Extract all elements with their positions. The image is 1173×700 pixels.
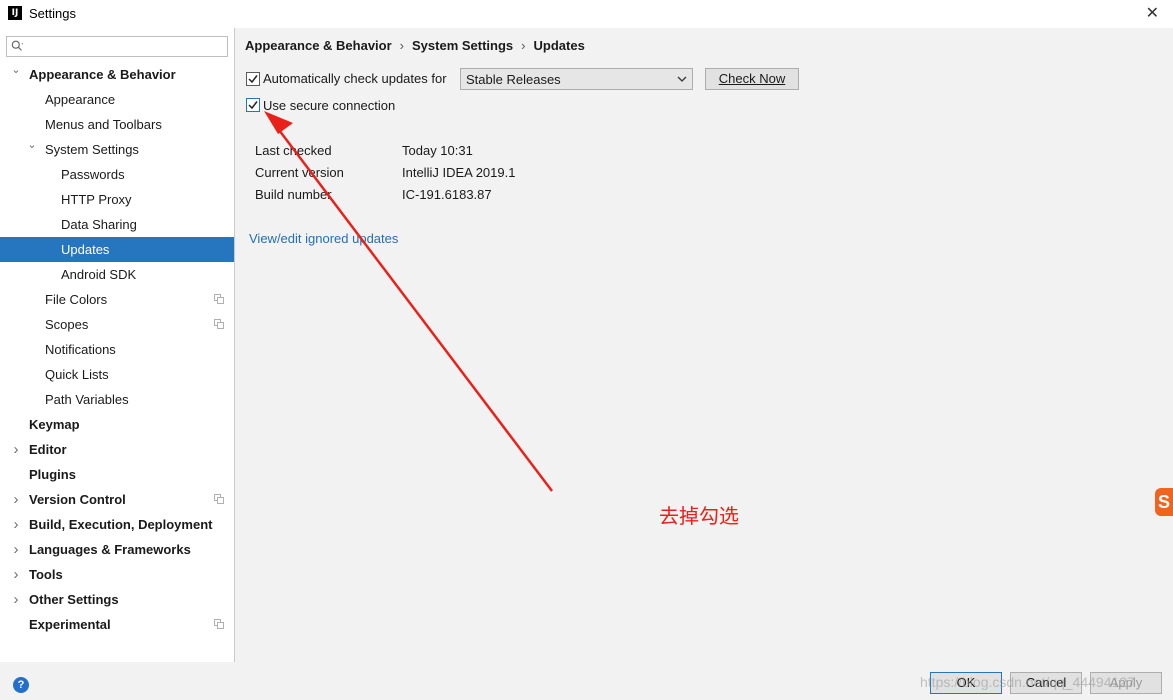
chevron-right-icon[interactable]: ›	[11, 587, 21, 612]
sidebar-item-label: Updates	[61, 242, 110, 257]
sidebar-item[interactable]: › Languages & Frameworks	[0, 537, 234, 562]
current-version-label: Current version	[255, 165, 344, 180]
sidebar-item-label: File Colors	[45, 292, 108, 307]
ok-label: OK	[956, 675, 976, 690]
ignored-updates-link[interactable]: View/edit ignored updates	[249, 231, 398, 246]
sidebar-item[interactable]: HTTP Proxy	[0, 187, 234, 212]
sidebar-item-label: Menus and Toolbars	[45, 117, 162, 132]
secure-connection-checkbox[interactable]	[246, 98, 260, 112]
sidebar-item[interactable]: › Version Control	[0, 487, 234, 512]
project-scope-icon	[214, 619, 224, 629]
chevron-down-icon[interactable]: ⌄	[11, 58, 21, 83]
sidebar-item-label: Editor	[29, 442, 67, 457]
sidebar-item[interactable]: Passwords	[0, 162, 234, 187]
annotation-text: 去掉勾选	[659, 504, 739, 528]
breadcrumb: Appearance & Behavior › System Settings › Up…	[245, 38, 585, 53]
breadcrumb-item: Appearance & Behavior	[245, 38, 392, 53]
intellij-icon: IJ	[8, 6, 22, 20]
secure-connection-label[interactable]: Use secure connection	[263, 98, 395, 113]
sidebar-item[interactable]: Android SDK	[0, 262, 234, 287]
cancel-button[interactable]: Cancel	[1010, 672, 1082, 694]
checkmark-icon	[248, 75, 258, 84]
title-bar: IJ Settings ✕	[0, 0, 1173, 28]
sidebar-item[interactable]: Updates	[0, 237, 234, 262]
sidebar-item-label: Notifications	[45, 342, 116, 357]
help-icon[interactable]: ?	[13, 677, 29, 693]
breadcrumb-current: Updates	[533, 38, 585, 53]
ok-button[interactable]: OK	[930, 672, 1002, 694]
chevron-down-icon[interactable]: ⌄	[27, 133, 37, 158]
sidebar-item-label: Appearance & Behavior	[29, 67, 176, 82]
sogou-logo-icon: S	[1155, 488, 1173, 516]
current-version-value: IntelliJ IDEA 2019.1	[402, 165, 516, 180]
sidebar-item-label: Scopes	[45, 317, 89, 332]
search-icon	[11, 40, 24, 51]
sidebar-item[interactable]: › Other Settings	[0, 587, 234, 612]
chevron-right-icon[interactable]: ›	[11, 537, 21, 562]
sidebar-item[interactable]: Quick Lists	[0, 362, 234, 387]
sidebar-item[interactable]: Path Variables	[0, 387, 234, 412]
sidebar-item-label: Keymap	[29, 417, 80, 432]
sidebar-item-label: Quick Lists	[45, 367, 109, 382]
chevron-right-icon[interactable]: ›	[11, 437, 21, 462]
sidebar-item[interactable]: Keymap	[0, 412, 234, 437]
auto-check-checkbox[interactable]	[246, 72, 260, 86]
sidebar-item[interactable]: File Colors	[0, 287, 234, 312]
breadcrumb-separator: ›	[521, 38, 526, 53]
sidebar-item[interactable]: ⌄ System Settings	[0, 137, 234, 162]
sidebar-item-label: Passwords	[61, 167, 125, 182]
build-number-value: IC-191.6183.87	[402, 187, 492, 202]
checkmark-icon	[248, 101, 258, 110]
sidebar-item-label: Languages & Frameworks	[29, 542, 191, 557]
sidebar-item-label: Path Variables	[45, 392, 129, 407]
sidebar-item[interactable]: Data Sharing	[0, 212, 234, 237]
sidebar-item-label: Build, Execution, Deployment	[29, 517, 213, 532]
sidebar-item-label: HTTP Proxy	[61, 192, 132, 207]
chevron-right-icon[interactable]: ›	[11, 562, 21, 587]
build-number-label: Build number	[255, 187, 332, 202]
sidebar-item[interactable]: › Editor	[0, 437, 234, 462]
sidebar-item-label: Appearance	[45, 92, 116, 107]
update-channel-value: Stable Releases	[466, 72, 561, 87]
check-now-button[interactable]: Check Now	[705, 68, 799, 90]
close-icon[interactable]: ✕	[1146, 3, 1159, 23]
breadcrumb-separator: ›	[399, 38, 405, 53]
sidebar-item[interactable]: Plugins	[0, 462, 234, 487]
project-scope-icon	[214, 319, 224, 329]
check-now-label: Check Now	[718, 71, 786, 86]
project-scope-icon	[214, 494, 224, 504]
chevron-right-icon[interactable]: ›	[11, 512, 21, 537]
sidebar-item-label: System Settings	[45, 142, 139, 157]
apply-button[interactable]: Apply	[1090, 672, 1162, 694]
sidebar-item-label: Android SDK	[61, 267, 137, 282]
chevron-right-icon[interactable]: ›	[11, 487, 21, 512]
sidebar-item-label: Other Settings	[29, 592, 119, 607]
sidebar-item[interactable]: Experimental	[0, 612, 234, 637]
apply-label: Apply	[1109, 675, 1143, 690]
sidebar-item[interactable]: ⌄ Appearance & Behavior	[0, 62, 234, 87]
sidebar-item[interactable]: › Build, Execution, Deployment	[0, 512, 234, 537]
chevron-down-icon	[677, 76, 687, 82]
sidebar-item-label: Experimental	[29, 617, 111, 632]
sidebar-item[interactable]: Scopes	[0, 312, 234, 337]
sidebar-item-label: Data Sharing	[61, 217, 137, 232]
dialog-footer: ? OK Cancel Apply	[0, 662, 1173, 700]
update-channel-select[interactable]: Stable Releases	[460, 68, 693, 90]
search-input[interactable]	[6, 36, 228, 57]
sidebar-item-label: Version Control	[29, 492, 126, 507]
project-scope-icon	[214, 294, 224, 304]
sidebar-item-label: Tools	[29, 567, 63, 582]
last-checked-label: Last checked	[255, 143, 332, 158]
sidebar-item-label: Plugins	[29, 467, 76, 482]
auto-check-label[interactable]: Automatically check updates for	[263, 71, 447, 86]
sidebar-item[interactable]: Appearance	[0, 87, 234, 112]
cancel-label: Cancel	[1025, 675, 1067, 690]
sidebar-item[interactable]: Notifications	[0, 337, 234, 362]
settings-sidebar: ⌄ Appearance & Behavior Appearance Menus an…	[0, 28, 235, 662]
window-title: Settings	[29, 6, 76, 21]
sidebar-item[interactable]: › Tools	[0, 562, 234, 587]
updates-panel: Appearance & Behavior › System Settings › Up…	[236, 28, 1173, 662]
last-checked-value: Today 10:31	[402, 143, 473, 158]
breadcrumb-item: System Settings	[412, 38, 514, 53]
